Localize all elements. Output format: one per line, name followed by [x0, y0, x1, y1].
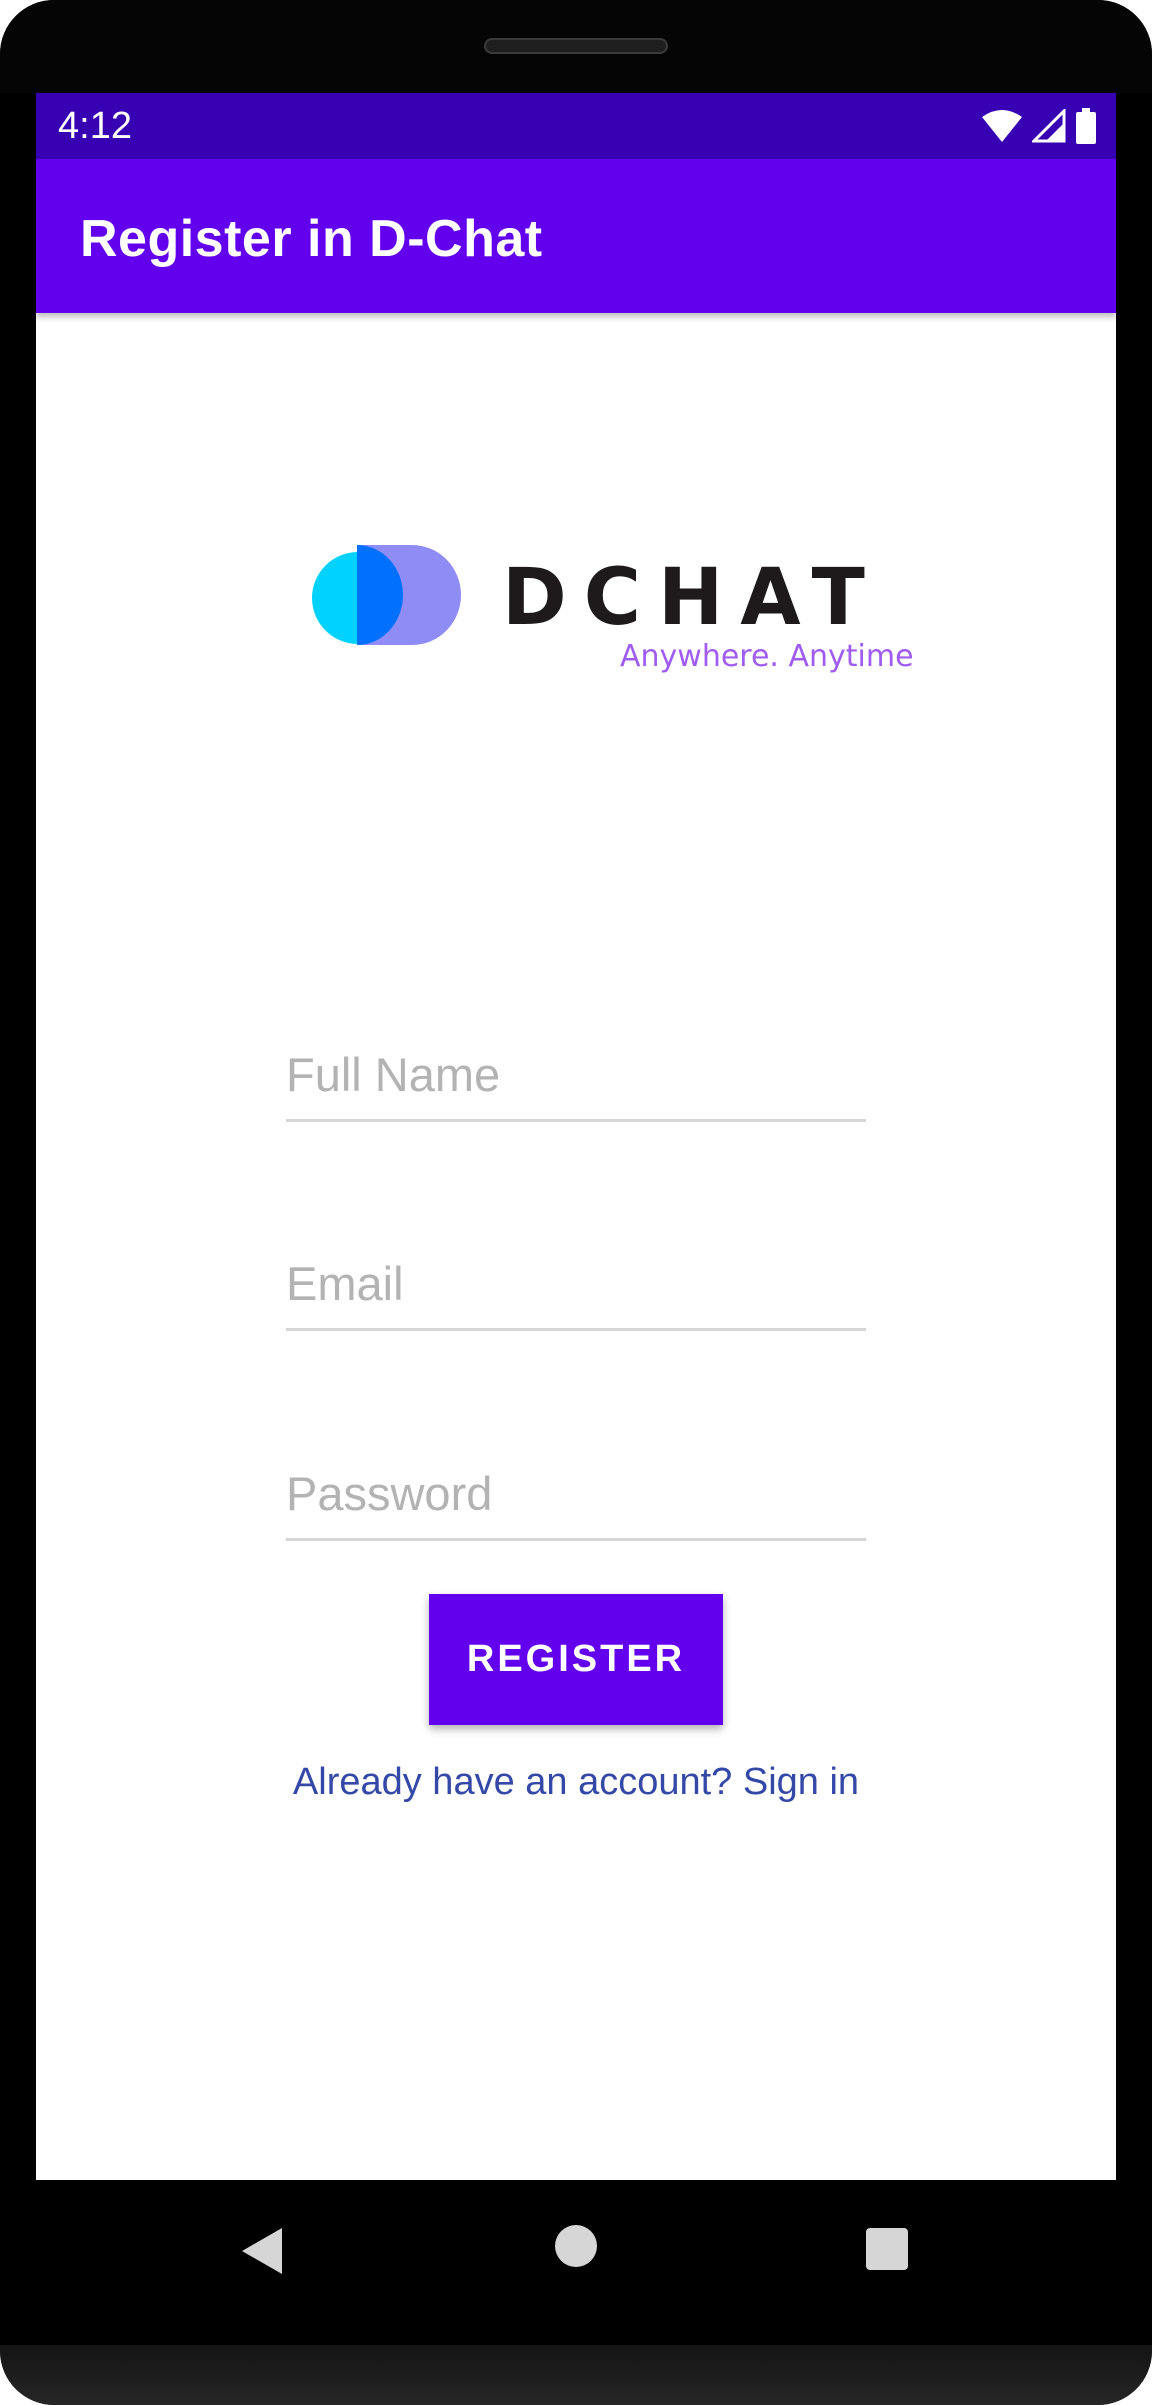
full-name-input[interactable]: [286, 1044, 866, 1104]
home-icon[interactable]: [554, 2224, 598, 2268]
recent-apps-icon[interactable]: [866, 2228, 908, 2270]
sign-in-link[interactable]: Already have an account? Sign in: [36, 1759, 1116, 1805]
full-name-field[interactable]: [286, 1030, 866, 1122]
dchat-logo: DCHAT Anywhere. Anytime: [312, 543, 932, 683]
speaker-grille: [484, 38, 668, 54]
back-icon[interactable]: [240, 2226, 284, 2276]
page-title: Register in D-Chat: [80, 210, 543, 268]
password-field[interactable]: [286, 1449, 866, 1541]
app-bar: Register in D-Chat: [36, 159, 1116, 313]
password-input[interactable]: [286, 1463, 866, 1523]
app-screen: 4:12 Register in D-Chat DCHAT Anywhere. …: [36, 93, 1116, 2180]
status-bar: 4:12: [36, 93, 1116, 159]
logo-wordmark: DCHAT: [502, 553, 882, 643]
navigation-bar: [0, 2180, 1152, 2350]
device-top-bezel: [0, 0, 1152, 93]
register-button[interactable]: REGISTER: [429, 1594, 723, 1725]
logo-tagline: Anywhere. Anytime: [620, 639, 914, 674]
wifi-icon: [982, 110, 1022, 142]
status-icons: [982, 105, 1096, 147]
cell-signal-icon: [1032, 109, 1066, 143]
device-bottom-bezel: [0, 2345, 1152, 2405]
chat-bubble-logo-icon: [312, 545, 461, 645]
email-field[interactable]: [286, 1239, 866, 1331]
email-input[interactable]: [286, 1253, 866, 1313]
device-frame: 4:12 Register in D-Chat DCHAT Anywhere. …: [0, 0, 1152, 2405]
status-time: 4:12: [58, 105, 132, 147]
battery-icon: [1076, 108, 1096, 144]
